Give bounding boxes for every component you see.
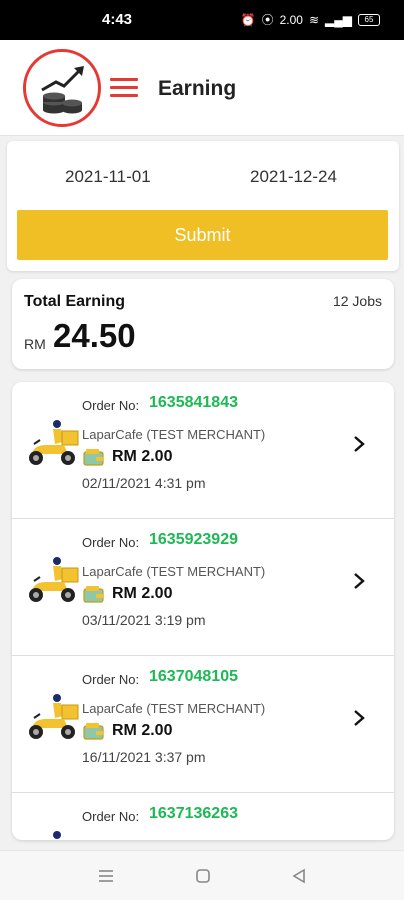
chevron-right-icon[interactable] — [352, 708, 366, 728]
total-earning-card: Total Earning 12 Jobs RM 24.50 — [12, 279, 394, 369]
order-item[interactable]: Order No: 1637136263 — [12, 793, 394, 840]
orders-list: Order No: 1635841843 LaparCafe (TEST MER… — [12, 382, 394, 840]
status-icons: ⏰ ⦿ 2.00 ≋ ▂▄▆ 65 — [241, 11, 380, 28]
delivery-scooter-icon — [29, 694, 79, 739]
jobs-count: 12 Jobs — [332, 293, 382, 309]
system-nav-bar — [0, 850, 404, 900]
home-icon[interactable] — [194, 867, 212, 885]
chevron-right-icon[interactable] — [352, 571, 366, 591]
order-item[interactable]: Order No: 1637048105 LaparCafe (TEST MER… — [12, 656, 394, 793]
submit-button[interactable]: Submit — [17, 210, 388, 260]
order-datetime: 03/11/2021 3:19 pm — [82, 612, 206, 628]
merchant-name: LaparCafe (TEST MERCHANT) — [82, 564, 266, 579]
order-amount: RM 2.00 — [112, 585, 173, 602]
wifi-icon: ≋ — [308, 12, 320, 27]
alarm-icon: ⏰ — [240, 12, 256, 27]
delivery-scooter-icon — [29, 420, 79, 465]
total-currency: RM — [24, 336, 46, 352]
delivery-scooter-icon — [29, 557, 79, 602]
merchant-name: LaparCafe (TEST MERCHANT) — [82, 427, 266, 442]
date-filter-card: 2021-11-01 2021-12-24 Submit — [7, 141, 399, 271]
chevron-right-icon[interactable] — [352, 434, 366, 454]
location-icon: ⦿ — [261, 13, 274, 27]
order-datetime: 02/11/2021 4:31 pm — [82, 475, 206, 491]
wallet-icon — [83, 586, 104, 603]
order-item[interactable]: Order No: 1635923929 LaparCafe (TEST MER… — [12, 519, 394, 656]
hamburger-menu-icon[interactable] — [110, 78, 138, 100]
wallet-icon — [83, 723, 104, 740]
order-number-label: Order No: — [82, 398, 140, 413]
order-amount: RM 2.00 — [112, 722, 173, 739]
order-number: 1637136263 — [149, 805, 238, 822]
data-speed: 2.00 — [279, 12, 303, 27]
wallet-icon — [83, 449, 104, 466]
back-icon[interactable] — [290, 867, 308, 885]
recent-apps-icon[interactable] — [97, 867, 115, 885]
order-number: 1635841843 — [149, 394, 238, 411]
page-title: Earning — [158, 77, 237, 100]
end-date-field[interactable]: 2021-12-24 — [250, 167, 337, 187]
order-amount: RM 2.00 — [112, 448, 173, 465]
total-amount: 24.50 — [53, 317, 136, 354]
order-number: 1635923929 — [149, 531, 238, 548]
status-bar: 4:43 ⏰ ⦿ 2.00 ≋ ▂▄▆ 65 — [0, 0, 404, 40]
delivery-scooter-icon — [53, 831, 61, 839]
order-number-label: Order No: — [82, 535, 140, 550]
order-datetime: 16/11/2021 3:37 pm — [82, 749, 206, 765]
status-time: 4:43 — [102, 11, 133, 28]
battery-icon: 65 — [358, 13, 380, 26]
order-number-label: Order No: — [82, 809, 140, 824]
order-item[interactable]: Order No: 1635841843 LaparCafe (TEST MER… — [12, 382, 394, 519]
total-earning-label: Total Earning — [24, 293, 126, 310]
order-number-label: Order No: — [82, 672, 140, 687]
app-header: Earning — [0, 40, 404, 136]
coins-growth-logo — [41, 66, 84, 114]
signal-icon: ▂▄▆ — [325, 12, 352, 27]
start-date-field[interactable]: 2021-11-01 — [65, 167, 151, 187]
merchant-name: LaparCafe (TEST MERCHANT) — [82, 701, 266, 716]
order-number: 1637048105 — [149, 668, 238, 685]
app-logo — [23, 49, 101, 127]
